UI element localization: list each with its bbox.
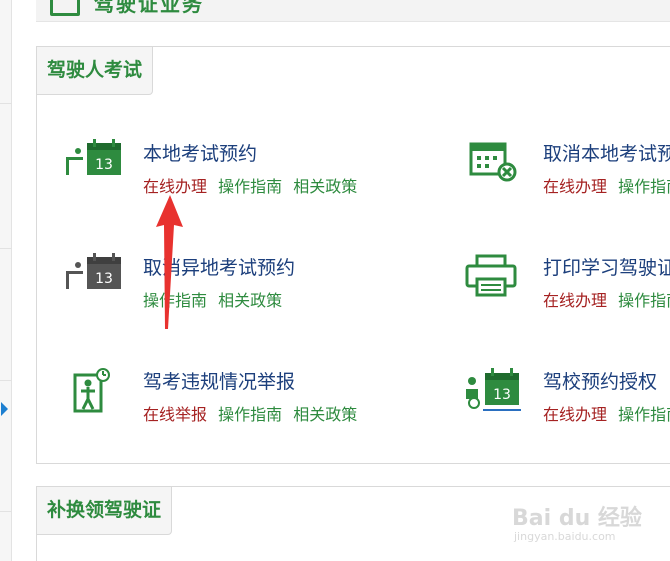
section-header-title: 驾驶证业务 [94,0,204,16]
guide-link[interactable]: 操作指南 [618,291,670,310]
service-item-links: 在线办理 操作指南 相关政策 [143,173,363,197]
left-sidebar-edge [0,0,12,561]
svg-text:13: 13 [493,387,511,403]
service-item-local-exam-booking: 13 本地考试预约 在线办理 操作指南 相关政策 [63,139,363,199]
panel-title: 补换领驾驶证 [36,486,173,535]
service-item-links: 在线举报 操作指南 相关政策 [143,401,363,425]
baidu-jingyan-watermark: Bai du 经验 jingyan.baidu.com [512,490,662,550]
sidebar-divider [0,380,12,381]
section-header-driving-license: 驾驶证业务 [36,0,670,22]
guide-link[interactable]: 操作指南 [218,405,282,424]
sidebar-divider [0,511,12,512]
online-report-link[interactable]: 在线举报 [143,405,207,424]
online-handle-link[interactable]: 在线办理 [143,177,207,196]
service-item-print-learner-permit: 打印学习驾驶证 在线办理 操作指南 [463,253,670,313]
panel-title: 驾驶人考试 [36,46,154,95]
service-item-name[interactable]: 驾校预约授权 [543,367,657,394]
service-item-name[interactable]: 打印学习驾驶证 [543,253,670,280]
service-item-name[interactable]: 驾考违规情况举报 [143,367,295,394]
watermark-url: jingyan.baidu.com [514,530,616,543]
service-item-links: 在线办理 操作指南 [543,173,670,197]
service-item-links: 在线办理 操作指南 [543,401,670,425]
sidebar-divider [0,103,12,104]
service-item-driving-school-authorization: 13 驾校预约授权 在线办理 操作指南 [463,367,670,427]
calendar-cancel-icon [469,142,517,182]
guide-link[interactable]: 操作指南 [218,177,282,196]
report-person-icon [73,368,110,413]
svg-text:13: 13 [95,271,113,287]
annotation-arrow-icon [156,195,183,329]
sidebar-expand-arrow-icon[interactable] [1,402,8,416]
service-item-name[interactable]: 取消本地考试预约 [543,139,670,166]
service-item-name[interactable]: 本地考试预约 [143,139,257,166]
policy-link[interactable]: 相关政策 [218,291,282,310]
service-item-cancel-remote-exam: 13 取消异地考试预约 操作指南 相关政策 [63,253,363,313]
guide-link[interactable]: 操作指南 [618,177,670,196]
online-handle-link[interactable]: 在线办理 [543,405,607,424]
calendar-exam-icon: 13 [66,253,121,289]
online-handle-link[interactable]: 在线办理 [543,291,607,310]
calendar-authorize-icon: 13 [466,368,521,411]
calendar-exam-icon: 13 [66,139,121,175]
panel-driver-exam: 驾驶人考试 13 本地考试预约 在线办理 操作指南 相关政策 取消本地考试预 在… [36,46,670,464]
policy-link[interactable]: 相关政策 [293,177,357,196]
service-item-exam-violation-report: 驾考违规情况举报 在线举报 操作指南 相关政策 [63,367,403,427]
license-card-icon [50,0,80,16]
policy-link[interactable]: 相关政策 [293,405,357,424]
svg-text:13: 13 [95,157,113,173]
service-item-links: 在线办理 操作指南 [543,287,670,311]
sidebar-divider [0,248,12,249]
printer-icon [465,254,517,297]
guide-link[interactable]: 操作指南 [618,405,670,424]
online-handle-link[interactable]: 在线办理 [543,177,607,196]
watermark-logo-text: Bai du 经验 [512,506,642,531]
service-item-cancel-local-exam: 取消本地考试预约 在线办理 操作指南 [463,139,670,199]
